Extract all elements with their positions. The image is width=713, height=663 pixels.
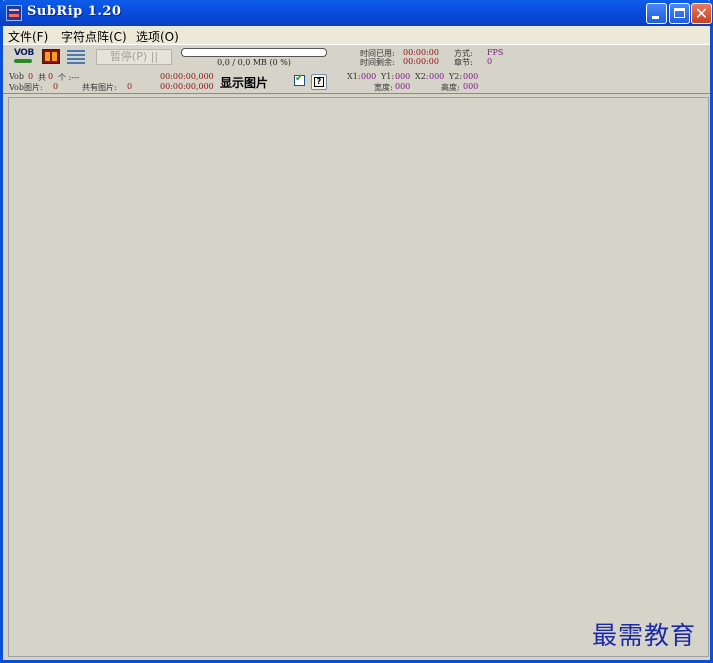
line (67, 58, 85, 60)
show-image-checkbox[interactable]: ✔ (294, 73, 305, 86)
x1-label: X1: (347, 72, 361, 81)
height-label: 高度: (441, 83, 460, 92)
vob-icon: VOB (14, 48, 34, 58)
mode-value: FPS (487, 48, 504, 57)
total-images-value: 0 (127, 82, 133, 91)
menu-bar: 文件(F) 字符点阵(C) 选项(O) (3, 26, 710, 44)
time-remaining-value: 00:00:00 (403, 57, 439, 66)
vob-label: Vob (9, 72, 24, 81)
progress-bar (181, 48, 327, 57)
info-bar: Vob 0 共 0 个 :--- Vob图片: 0 共有图片: 0 00:00:… (3, 69, 710, 94)
start-time: 00:00:00,000 (160, 72, 214, 81)
time-used-value: 00:00:00 (403, 48, 439, 57)
open-vob-button[interactable]: VOB (14, 48, 34, 64)
end-time: 00:00:00,000 (160, 82, 214, 91)
app-window: SubRip 1.20 ✕ 文件(F) 字符点阵(C) 选项(O) VOB 暂停… (0, 0, 713, 663)
window-title: SubRip 1.20 (27, 4, 122, 19)
line (67, 62, 85, 64)
title-bar[interactable]: SubRip 1.20 ✕ (0, 0, 713, 26)
chapter-value: 0 (487, 57, 493, 66)
subrip-app-icon[interactable] (6, 5, 22, 21)
subtitle-lines-icon[interactable] (67, 49, 85, 64)
vob-value: 0 (28, 72, 34, 81)
y1-value: 000 (395, 72, 411, 81)
progress-text: 0,0 / 0,0 MB (0 %) (217, 58, 291, 67)
close-icon: ✕ (694, 4, 709, 23)
toolbar: VOB 暂停(P) || 0,0 / 0,0 MB (0 %) 时间已用: 00… (3, 44, 710, 70)
vob-images-value: 0 (53, 82, 59, 91)
height-value: 000 (463, 82, 479, 91)
maximize-button[interactable] (669, 3, 690, 24)
watermark: 最需教育 (592, 621, 697, 650)
show-image-label: 显示图片 (220, 76, 269, 90)
y2-label: Y2: (449, 72, 463, 81)
image-display-area[interactable] (8, 97, 709, 657)
close-button[interactable]: ✕ (691, 3, 712, 24)
minimize-button[interactable] (646, 3, 667, 24)
check-icon: ✔ (295, 73, 304, 84)
line (67, 54, 85, 56)
pause-button[interactable]: 暂停(P) || (96, 49, 172, 65)
total-value: 0 (48, 72, 54, 81)
menu-file[interactable]: 文件(F) (8, 28, 48, 45)
y2-value: 000 (463, 72, 479, 81)
help-button[interactable]: ? (311, 74, 327, 90)
width-label: 宽度: (374, 83, 393, 92)
width-value: 000 (395, 82, 411, 91)
help-icon: ? (314, 77, 324, 87)
minimize-icon (652, 16, 659, 19)
menu-options[interactable]: 选项(O) (136, 28, 179, 45)
x2-label: X2: (415, 72, 429, 81)
count-unit: 个 :--- (58, 73, 80, 82)
menu-char-matrix[interactable]: 字符点阵(C) (61, 28, 127, 45)
x2-value: 000 (429, 72, 445, 81)
line (67, 50, 85, 52)
time-remaining-label: 时间剩余: (360, 58, 395, 67)
char-matrix-icon[interactable] (42, 49, 60, 64)
maximize-icon (674, 8, 685, 18)
vob-icon-underline (14, 59, 32, 63)
x1-value: 000 (361, 72, 377, 81)
chapter-label: 章节: (454, 58, 473, 67)
total-images-label: 共有图片: (82, 83, 117, 92)
vob-images-label: Vob图片: (9, 83, 43, 92)
y1-label: Y1: (381, 72, 395, 81)
